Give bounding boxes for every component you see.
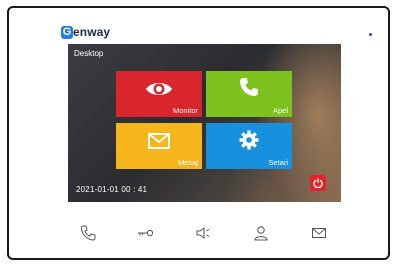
monitor-tile-label: Monitor [172, 106, 198, 115]
envelope-icon [312, 228, 326, 238]
envelope-icon [148, 133, 170, 154]
power-icon [313, 178, 323, 188]
eye-icon [145, 80, 173, 103]
user-icon [254, 226, 268, 241]
settings-tile[interactable]: Setari [206, 123, 292, 169]
camera-indicator [369, 33, 372, 36]
date-time-readout: 2021-01-01 00 : 41 [76, 185, 148, 194]
call-tile[interactable]: Apel [206, 71, 292, 117]
call-tile-label: Apel [272, 106, 288, 115]
power-button[interactable] [310, 175, 326, 191]
gear-icon [239, 130, 259, 155]
brand-logo: G enway [61, 25, 110, 39]
key-icon [138, 229, 154, 237]
settings-tile-label: Setari [268, 158, 288, 167]
phone-icon [80, 225, 96, 241]
brand-logo-text: enway [73, 25, 111, 39]
user-button[interactable] [252, 224, 270, 242]
speaker-button[interactable] [194, 224, 212, 242]
brand-logo-mark: G [61, 25, 73, 39]
monitor-tile[interactable]: Monitor [116, 71, 202, 117]
phone-icon [239, 77, 259, 102]
display-screen: Desktop Monitor Apel Mesaj Setari 2021-0… [68, 44, 341, 202]
screen-title: Desktop [74, 49, 104, 58]
unlock-key-button[interactable] [136, 224, 154, 242]
message-tile[interactable]: Mesaj [116, 123, 202, 169]
speaker-icon [196, 227, 210, 239]
message-tile-label: Mesaj [177, 158, 198, 167]
phone-button[interactable] [79, 224, 97, 242]
message-button[interactable] [310, 224, 328, 242]
